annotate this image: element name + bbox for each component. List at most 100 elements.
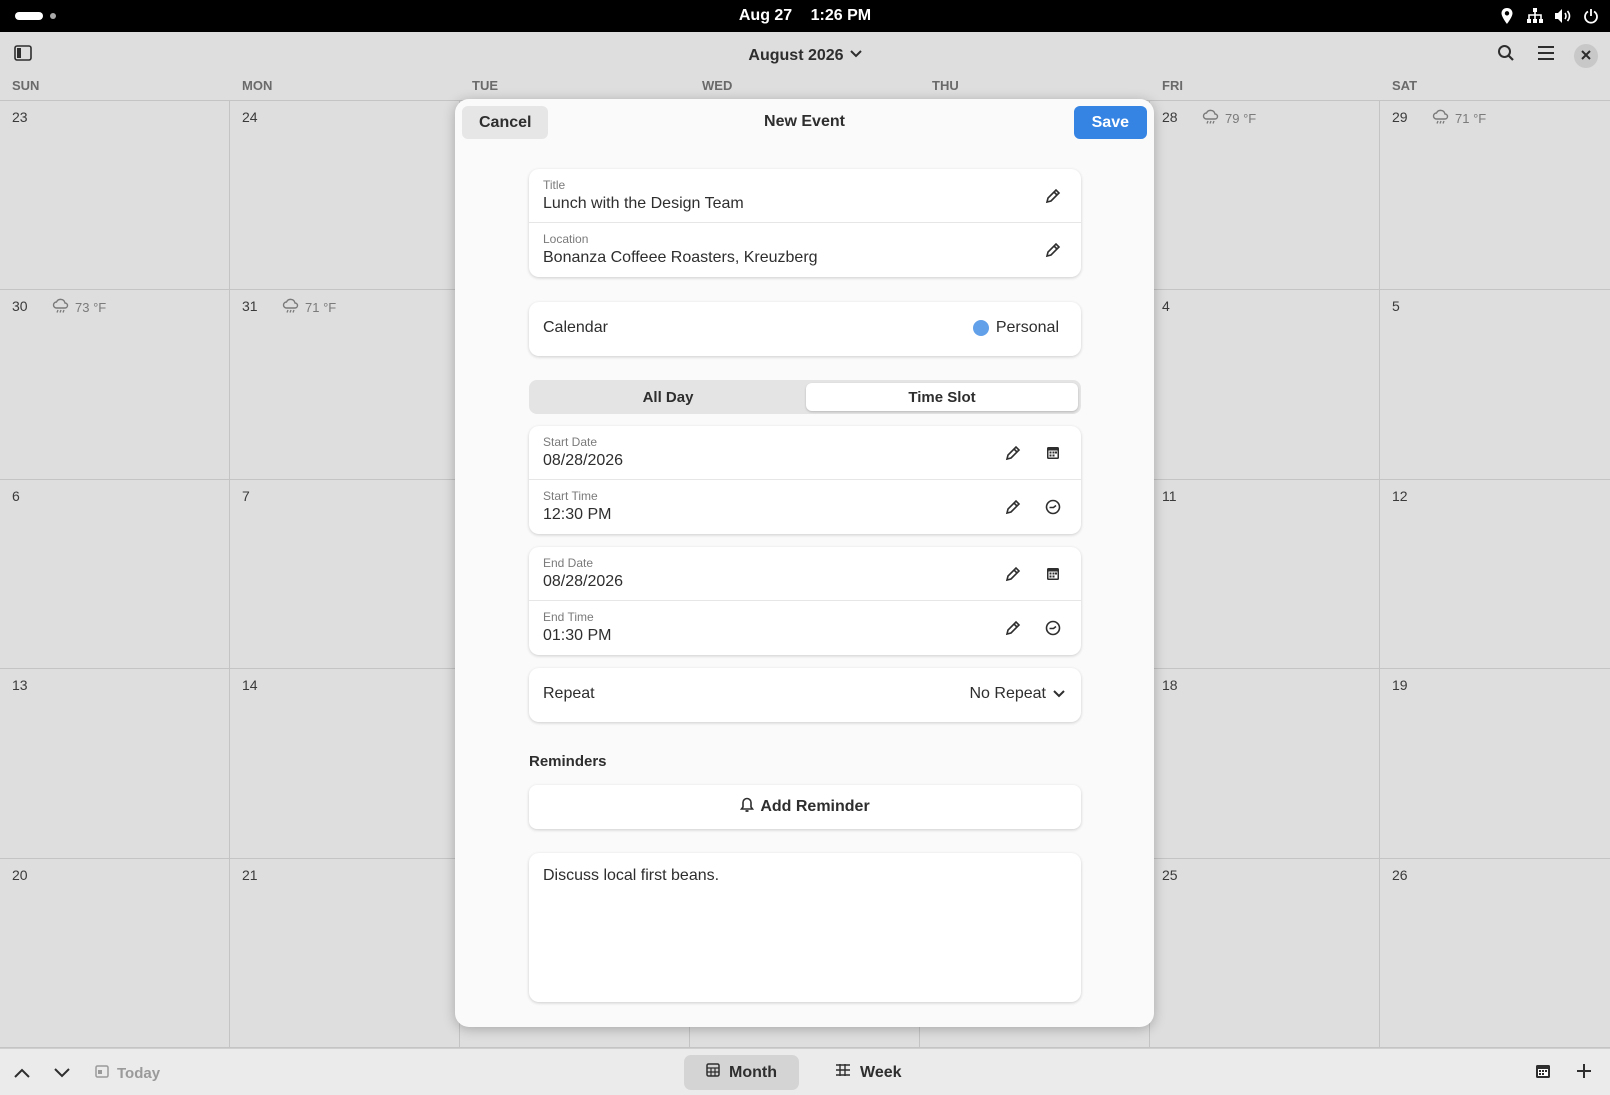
repeat-label: Repeat	[543, 685, 595, 702]
start-date-value[interactable]: 08/28/2026	[543, 452, 623, 470]
calendar-selector[interactable]: Personal	[972, 319, 1059, 337]
day-cell[interactable]: 18	[1150, 669, 1380, 859]
add-reminder-button[interactable]: Add Reminder	[529, 785, 1081, 829]
clock-icon[interactable]	[1041, 616, 1065, 640]
day-cell[interactable]: 6	[0, 479, 230, 670]
calendar-row[interactable]: Calendar Personal	[529, 302, 1081, 356]
pencil-icon[interactable]	[1001, 495, 1025, 519]
day-cell[interactable]: 5	[1380, 290, 1610, 480]
previous-month-button[interactable]	[14, 1059, 30, 1087]
title-value[interactable]: Lunch with the Design Team	[543, 195, 744, 213]
weather-temperature: 79 °F	[1225, 111, 1257, 126]
location-value[interactable]: Bonanza Coffeee Roasters, Kreuzberg	[543, 249, 818, 267]
next-month-button[interactable]	[54, 1059, 70, 1087]
pencil-icon[interactable]	[1041, 238, 1065, 262]
weather-temperature: 71 °F	[305, 300, 337, 316]
month-selector[interactable]: August 2026	[0, 45, 1610, 65]
pencil-icon[interactable]	[1001, 441, 1025, 465]
day-number: 20	[12, 866, 28, 883]
time-slot-option[interactable]: Time Slot	[806, 383, 1078, 411]
view-tab-month[interactable]: Month	[684, 1055, 799, 1090]
day-number: 24	[242, 109, 258, 125]
end-date-row[interactable]: End Date 08/28/2026	[529, 547, 1081, 601]
day-cell[interactable]: 29 71 °F	[1380, 101, 1610, 291]
main-menu-button[interactable]	[1531, 40, 1561, 70]
day-cell[interactable]: 14	[230, 669, 460, 859]
weekday-label: THU	[932, 78, 959, 93]
day-number: 13	[12, 677, 28, 694]
weather-forecast: 71 °F	[282, 298, 336, 317]
title-row[interactable]: Title Lunch with the Design Team	[529, 169, 1081, 223]
repeat-row[interactable]: Repeat No Repeat	[529, 668, 1081, 722]
dialog-title: New Event	[764, 113, 845, 130]
start-time-value[interactable]: 12:30 PM	[543, 506, 611, 524]
start-date-row[interactable]: Start Date 08/28/2026	[529, 426, 1081, 480]
start-date-label: Start Date	[543, 435, 598, 449]
search-button[interactable]	[1491, 40, 1521, 70]
save-button[interactable]: Save	[1073, 106, 1147, 139]
repeat-card[interactable]: Repeat No Repeat	[529, 668, 1081, 722]
day-number: 28	[1162, 109, 1178, 125]
today-button[interactable]: Today	[95, 1059, 160, 1087]
power-icon	[1582, 7, 1600, 25]
rain-cloud-icon	[52, 298, 70, 317]
window-close-button[interactable]	[1574, 44, 1598, 68]
clock-time: 1:26 PM	[810, 7, 872, 24]
clock-icon[interactable]	[1041, 495, 1065, 519]
weekday-label: FRI	[1162, 78, 1183, 93]
weather-temperature: 73 °F	[75, 300, 107, 316]
notes-textarea[interactable]: Discuss local first beans.	[529, 853, 1081, 1002]
calendar-icon[interactable]	[1041, 562, 1065, 586]
day-cell[interactable]: 23	[0, 101, 230, 291]
new-event-button[interactable]	[1576, 1059, 1592, 1087]
chevron-up-icon	[14, 1065, 30, 1082]
day-cell[interactable]: 12	[1380, 480, 1610, 670]
week-tab-label: Week	[860, 1063, 902, 1081]
calendar-icon[interactable]	[1041, 441, 1065, 465]
pencil-icon[interactable]	[1041, 184, 1065, 208]
plus-icon	[1576, 1063, 1592, 1083]
weekday-label: WED	[702, 78, 733, 93]
end-card: End Date 08/28/2026 End Time 01:30 PM	[529, 547, 1081, 655]
start-time-row[interactable]: Start Time 12:30 PM	[529, 480, 1081, 534]
day-cell[interactable]: 7	[230, 479, 460, 670]
end-time-value[interactable]: 01:30 PM	[543, 627, 611, 645]
day-cell[interactable]: 13	[0, 669, 230, 859]
day-cell[interactable]: 19	[1380, 669, 1610, 859]
all-day-option[interactable]: All Day	[532, 383, 804, 411]
pencil-icon[interactable]	[1001, 562, 1025, 586]
calendar-today-icon	[95, 1064, 109, 1082]
week-view-icon	[835, 1063, 851, 1082]
day-number: 7	[242, 487, 250, 504]
day-number: 18	[1162, 677, 1178, 694]
chevron-down-icon	[1053, 685, 1065, 703]
pencil-icon[interactable]	[1001, 616, 1025, 640]
day-cell[interactable]: 25	[1150, 858, 1380, 1048]
end-date-value[interactable]: 08/28/2026	[543, 573, 623, 591]
calendar-card[interactable]: Calendar Personal	[529, 302, 1081, 356]
day-cell[interactable]: 30 73 °F	[0, 290, 230, 480]
new-event-dialog: Cancel New Event Save Title Lunch with t…	[455, 99, 1154, 1027]
clock-date: Aug 27	[738, 7, 793, 24]
day-number: 14	[242, 677, 258, 694]
day-number: 4	[1162, 298, 1170, 315]
end-time-row[interactable]: End Time 01:30 PM	[529, 601, 1081, 655]
day-cell[interactable]: 11	[1150, 479, 1380, 670]
clock[interactable]: Aug 27 1:26 PM	[0, 7, 1610, 25]
title-location-card: Title Lunch with the Design Team Locatio…	[529, 169, 1081, 277]
day-cell[interactable]: 24	[230, 101, 460, 291]
day-cell[interactable]: 26	[1380, 859, 1610, 1048]
day-cell[interactable]: 28 79 °F	[1150, 101, 1380, 291]
date-chooser-button[interactable]	[1535, 1059, 1551, 1087]
repeat-dropdown[interactable]: No Repeat	[970, 685, 1066, 703]
system-tray[interactable]	[1498, 7, 1600, 25]
day-cell[interactable]: 4	[1150, 290, 1380, 480]
day-cell[interactable]: 21	[230, 858, 460, 1048]
calendar-label: Calendar	[543, 319, 608, 336]
location-row[interactable]: Location Bonanza Coffeee Roasters, Kreuz…	[529, 223, 1081, 277]
chevron-down-icon	[849, 45, 862, 63]
day-cell[interactable]: 31 71 °F	[230, 290, 460, 480]
view-tab-week[interactable]: Week	[813, 1055, 924, 1090]
calendar-value: Personal	[995, 319, 1059, 336]
day-cell[interactable]: 20	[0, 858, 230, 1048]
